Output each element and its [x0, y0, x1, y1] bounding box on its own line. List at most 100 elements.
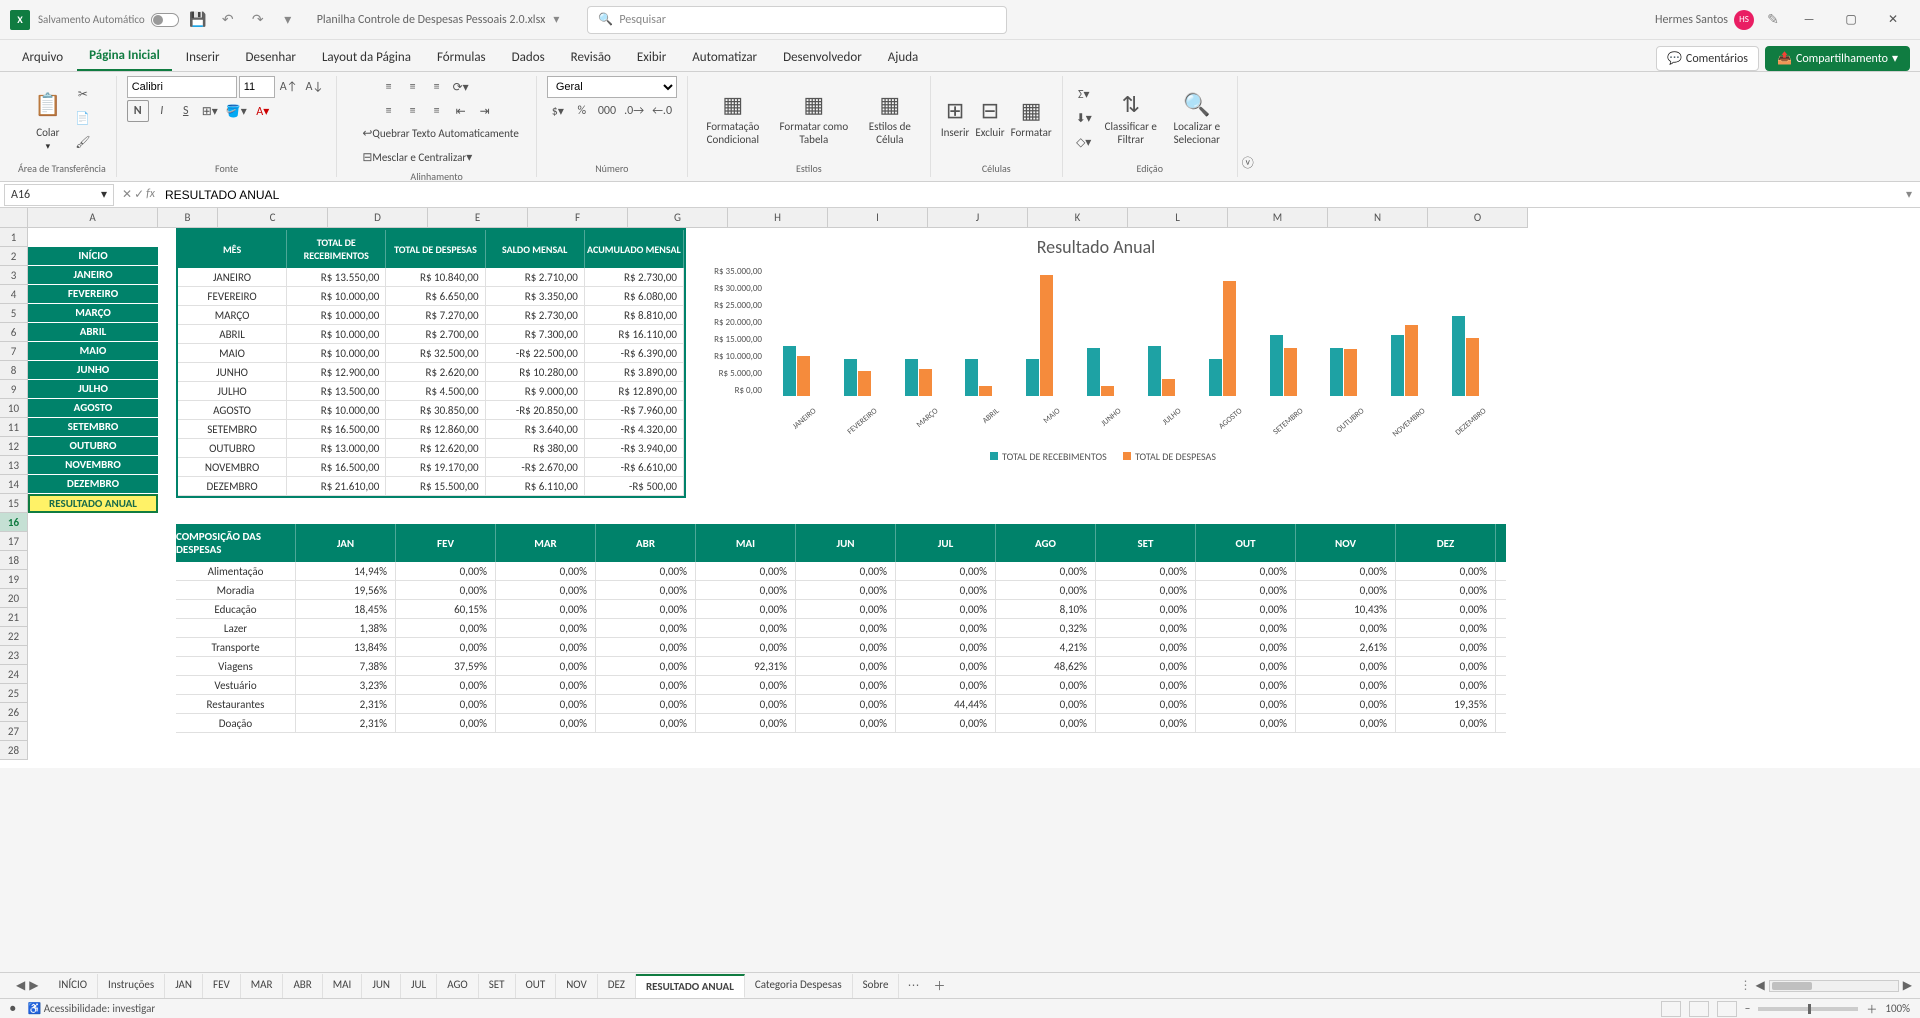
redo-icon[interactable]: ↷ [247, 9, 269, 31]
horizontal-scrollbar[interactable] [1769, 980, 1899, 992]
format-cells-button[interactable]: ▦Formatar [1011, 97, 1052, 139]
menu-tab-exibir[interactable]: Exibir [625, 44, 678, 71]
zoom-out-icon[interactable]: − [1745, 1002, 1750, 1015]
menu-tab-página-inicial[interactable]: Página Inicial [77, 42, 172, 71]
table-row[interactable]: DEZEMBROR$ 21.610,00R$ 15.500,00R$ 6.110… [178, 477, 684, 496]
cell-styles-button[interactable]: ▦Estilos de Célula [860, 91, 920, 146]
format-painter-icon[interactable]: 🖌 [72, 131, 94, 153]
row-header[interactable]: 25 [0, 684, 28, 703]
format-as-table-button[interactable]: ▦Formatar como Tabela [774, 91, 854, 146]
sheet-tab-dez[interactable]: DEZ [598, 974, 636, 998]
autosum-icon[interactable]: Σ▾ [1073, 83, 1095, 105]
nav-item-novembro[interactable]: NOVEMBRO [28, 456, 158, 475]
row-header[interactable]: 3 [0, 266, 28, 285]
row-header[interactable]: 28 [0, 741, 28, 760]
orientation-icon[interactable]: ⟳▾ [450, 76, 472, 98]
column-header[interactable]: D [328, 208, 428, 228]
comma-icon[interactable]: 000 [595, 100, 619, 122]
chart[interactable]: Resultado Anual R$ 35.000,00R$ 30.000,00… [696, 228, 1496, 493]
increase-indent-icon[interactable]: ⇥ [474, 100, 496, 122]
sheet-tab-instruções[interactable]: Instruções [98, 974, 165, 998]
increase-font-icon[interactable]: A↑ [277, 76, 301, 98]
hscroll-left-icon[interactable]: ◀ [1756, 978, 1765, 993]
sheet-next-icon[interactable]: ▶ [29, 978, 38, 993]
qat-dropdown-icon[interactable]: ▾ [277, 9, 299, 31]
comments-button[interactable]: 💬 Comentários [1656, 46, 1759, 71]
comp-row[interactable]: Moradia19,56%0,00%0,00%0,00%0,00%0,00%0,… [176, 581, 1506, 600]
menu-tab-inserir[interactable]: Inserir [174, 44, 232, 71]
row-header[interactable]: 14 [0, 475, 28, 494]
decrease-font-icon[interactable]: A↓ [303, 76, 327, 98]
menu-tab-revisão[interactable]: Revisão [559, 44, 623, 71]
table-row[interactable]: JANEIROR$ 13.550,00R$ 10.840,00R$ 2.710,… [178, 268, 684, 287]
nav-item-início[interactable]: INÍCIO [28, 247, 158, 266]
chart-bar[interactable] [1148, 346, 1161, 396]
filename[interactable]: Planilha Controle de Despesas Pessoais 2… [317, 13, 546, 27]
column-header[interactable]: F [528, 208, 628, 228]
nav-item-julho[interactable]: JULHO [28, 380, 158, 399]
page-break-view-icon[interactable] [1717, 1001, 1737, 1017]
record-macro-icon[interactable]: ⏺ [10, 1002, 16, 1016]
sheet-tab-categoria-despesas[interactable]: Categoria Despesas [745, 974, 853, 998]
column-header[interactable]: C [218, 208, 328, 228]
increase-decimal-icon[interactable]: .0→ [621, 100, 647, 122]
nav-item-janeiro[interactable]: JANEIRO [28, 266, 158, 285]
menu-tab-layout-da-página[interactable]: Layout da Página [310, 44, 423, 71]
comp-row[interactable]: Restaurantes2,31%0,00%0,00%0,00%0,00%0,0… [176, 695, 1506, 714]
pen-icon[interactable]: ✎ [1762, 9, 1784, 31]
column-header[interactable]: G [628, 208, 728, 228]
row-header[interactable]: 1 [0, 228, 28, 247]
row-header[interactable]: 8 [0, 361, 28, 380]
column-header[interactable]: J [928, 208, 1028, 228]
table-row[interactable]: SETEMBROR$ 16.500,00R$ 12.860,00R$ 3.640… [178, 420, 684, 439]
table-row[interactable]: ABRILR$ 10.000,00R$ 2.700,00R$ 7.300,00R… [178, 325, 684, 344]
row-header[interactable]: 11 [0, 418, 28, 437]
nav-item-março[interactable]: MARÇO [28, 304, 158, 323]
row-header[interactable]: 13 [0, 456, 28, 475]
formula-input[interactable] [159, 186, 1898, 204]
find-select-button[interactable]: 🔍Localizar e Selecionar [1167, 91, 1227, 146]
fill-color-button[interactable]: 🪣▾ [223, 100, 250, 122]
comp-row[interactable]: Viagens7,38%37,59%0,00%0,00%92,31%0,00%0… [176, 657, 1506, 676]
collapse-ribbon-icon[interactable]: ⓥ [1238, 76, 1258, 177]
chart-bar[interactable] [1452, 316, 1465, 396]
nav-item-agosto[interactable]: AGOSTO [28, 399, 158, 418]
sheet-tab-mar[interactable]: MAR [241, 974, 284, 998]
delete-cells-button[interactable]: ⊟Excluir [975, 97, 1004, 139]
row-header[interactable]: 6 [0, 323, 28, 342]
sheet-tab-jan[interactable]: JAN [165, 974, 203, 998]
align-right-icon[interactable]: ≡ [426, 100, 448, 122]
row-header[interactable]: 16 [0, 513, 28, 532]
comp-row[interactable]: Doação2,31%0,00%0,00%0,00%0,00%0,00%0,00… [176, 714, 1506, 733]
sheet-tab-sobre[interactable]: Sobre [853, 974, 900, 998]
sheet-more-icon[interactable]: ⋯ [901, 978, 925, 993]
nav-item-resultado-anual[interactable]: RESULTADO ANUAL [28, 494, 158, 513]
row-header[interactable]: 21 [0, 608, 28, 627]
nav-item-maio[interactable]: MAIO [28, 342, 158, 361]
confirm-formula-icon[interactable]: ✓ [134, 187, 144, 202]
row-header[interactable]: 7 [0, 342, 28, 361]
nav-item-junho[interactable]: JUNHO [28, 361, 158, 380]
chart-bar[interactable] [844, 359, 857, 396]
chart-bar[interactable] [1087, 348, 1100, 396]
comp-row[interactable]: Vestuário3,23%0,00%0,00%0,00%0,00%0,00%0… [176, 676, 1506, 695]
row-header[interactable]: 5 [0, 304, 28, 323]
row-header[interactable]: 22 [0, 627, 28, 646]
zoom-slider[interactable] [1758, 1007, 1858, 1011]
chart-bar[interactable] [1405, 325, 1418, 396]
chart-bar[interactable] [1270, 335, 1283, 396]
cancel-formula-icon[interactable]: ✕ [122, 187, 132, 202]
chart-bar[interactable] [1344, 349, 1357, 396]
page-layout-view-icon[interactable] [1689, 1001, 1709, 1017]
fx-icon[interactable]: fx [146, 187, 155, 202]
table-row[interactable]: NOVEMBROR$ 16.500,00R$ 19.170,00-R$ 2.67… [178, 458, 684, 477]
row-header[interactable]: 24 [0, 665, 28, 684]
column-header[interactable]: E [428, 208, 528, 228]
menu-tab-dados[interactable]: Dados [500, 44, 557, 71]
menu-tab-desenvolvedor[interactable]: Desenvolvedor [771, 44, 874, 71]
chart-bar[interactable] [1040, 275, 1053, 396]
clear-icon[interactable]: ◇▾ [1073, 131, 1095, 153]
row-header[interactable]: 12 [0, 437, 28, 456]
add-sheet-icon[interactable]: ＋ [927, 977, 951, 994]
chart-bar[interactable] [797, 356, 810, 396]
